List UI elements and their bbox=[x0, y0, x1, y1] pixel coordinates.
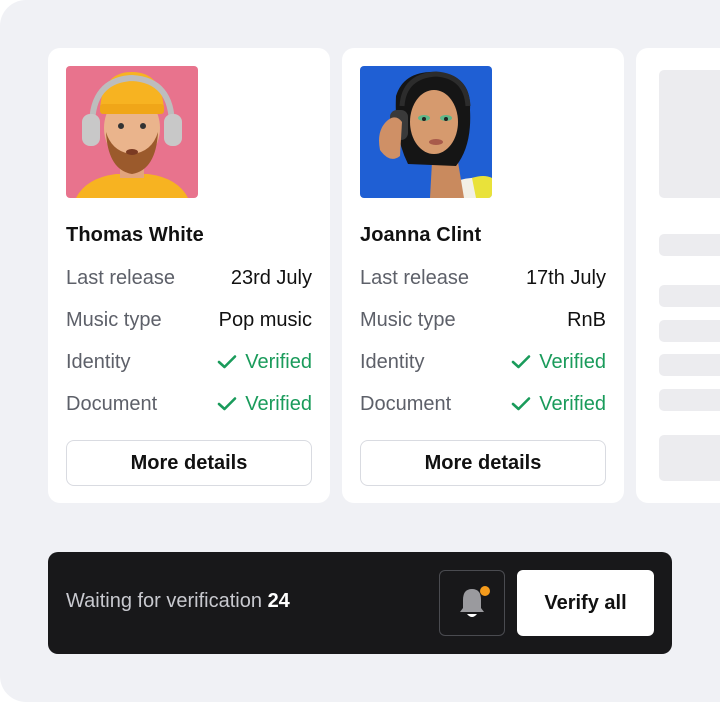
info-row-document: Document Verified bbox=[360, 383, 606, 425]
row-label: Music type bbox=[360, 308, 456, 331]
skeleton-line bbox=[659, 354, 720, 376]
skeleton-button bbox=[659, 435, 720, 481]
verified-status: Verified bbox=[217, 351, 312, 374]
info-row-identity: Identity Verified bbox=[360, 341, 606, 383]
check-icon bbox=[217, 397, 237, 411]
skeleton-line bbox=[659, 285, 720, 307]
check-icon bbox=[217, 355, 237, 369]
info-row-music-type: Music type RnB bbox=[360, 299, 606, 341]
artist-name: Joanna Clint bbox=[360, 224, 482, 246]
verified-label: Verified bbox=[245, 350, 312, 373]
row-value: 23rd July bbox=[230, 266, 312, 289]
notification-dot bbox=[480, 586, 490, 596]
check-icon bbox=[511, 355, 531, 369]
row-label: Last release bbox=[66, 266, 175, 289]
row-label: Identity bbox=[66, 350, 131, 373]
row-label: Document bbox=[360, 392, 452, 415]
verified-status: Verified bbox=[511, 393, 606, 416]
artist-card: Joanna Clint Last release 17th July Musi… bbox=[342, 48, 624, 503]
info-row-last-release: Last release 17th July bbox=[360, 257, 606, 299]
verified-label: Verified bbox=[539, 350, 606, 373]
row-label: Last release bbox=[360, 266, 469, 289]
info-row-last-release: Last release 23rd July bbox=[66, 257, 312, 299]
skeleton-line bbox=[659, 320, 720, 342]
more-details-button[interactable]: More details bbox=[66, 440, 312, 486]
verified-status: Verified bbox=[217, 393, 312, 416]
skeleton-card bbox=[636, 48, 720, 503]
verified-label: Verified bbox=[245, 392, 312, 415]
verified-label: Verified bbox=[539, 392, 606, 415]
info-row-music-type: Music type Pop music bbox=[66, 299, 312, 341]
skeleton-line bbox=[659, 234, 720, 256]
waiting-count: 24 bbox=[267, 590, 290, 612]
row-label: Document bbox=[66, 392, 158, 415]
notification-button[interactable] bbox=[439, 570, 505, 636]
waiting-label: Waiting for verification bbox=[66, 590, 262, 612]
verified-status: Verified bbox=[511, 351, 606, 374]
more-details-button[interactable]: More details bbox=[360, 440, 606, 486]
row-label: Music type bbox=[66, 308, 162, 331]
row-label: Identity bbox=[360, 350, 425, 373]
skeleton-line bbox=[659, 389, 720, 411]
artist-photo bbox=[360, 66, 492, 198]
verify-all-button[interactable]: Verify all bbox=[517, 570, 654, 636]
stage: Thomas White Last release 23rd July Musi… bbox=[0, 0, 720, 702]
artist-name: Thomas White bbox=[66, 224, 204, 246]
row-value: RnB bbox=[567, 308, 606, 331]
waiting-text: Waiting for verification 24 bbox=[66, 590, 290, 613]
check-icon bbox=[511, 397, 531, 411]
info-row-document: Document Verified bbox=[66, 383, 312, 425]
row-value: Pop music bbox=[218, 308, 312, 331]
artist-photo bbox=[66, 66, 198, 198]
row-value: 17th July bbox=[525, 266, 606, 289]
info-row-identity: Identity Verified bbox=[66, 341, 312, 383]
skeleton-photo bbox=[659, 70, 720, 198]
verification-bar: Waiting for verification 24 Verify all bbox=[48, 552, 672, 654]
artist-card: Thomas White Last release 23rd July Musi… bbox=[48, 48, 330, 503]
